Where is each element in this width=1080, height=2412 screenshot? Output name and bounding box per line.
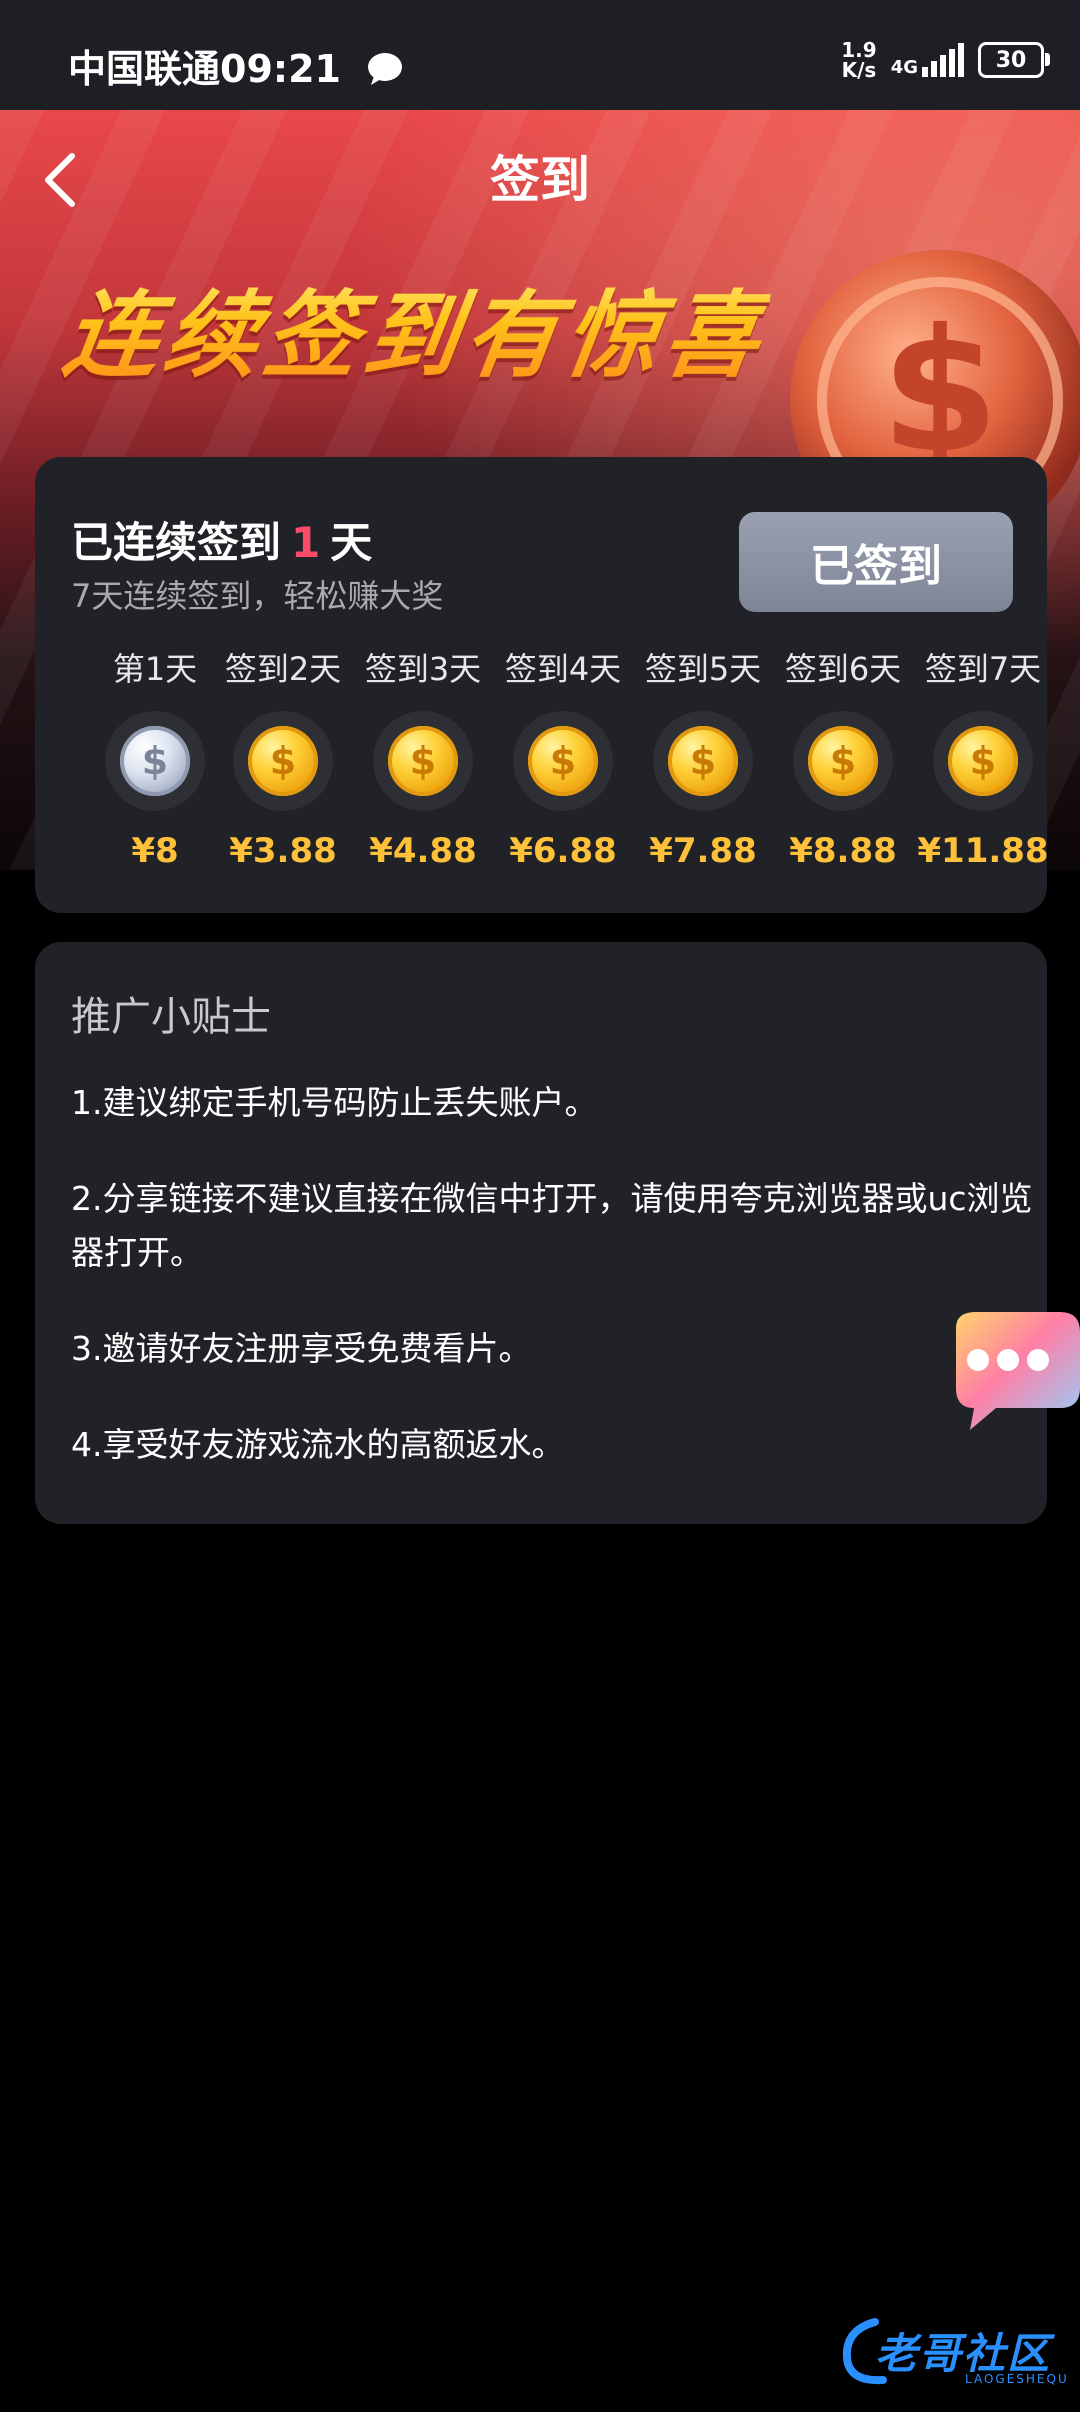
day-reward: ¥11.88 (917, 831, 1049, 871)
tip-item: 1.建议绑定手机号码防止丢失账户。 (71, 1083, 598, 1122)
day-rewards-row: 第1天 $ ¥8 签到2天 $ ¥3.88 签到3天 $ ¥4.88 签到4天 … (35, 647, 1049, 887)
day-label: 签到5天 (644, 650, 762, 688)
day-item: 签到3天 $ ¥4.88 (353, 647, 493, 871)
battery-level: 30 (995, 47, 1027, 73)
message-icon (368, 53, 403, 85)
streak-subtitle: 7天连续签到，轻松赚大奖 (71, 577, 444, 615)
dollar-coin-icon: $ (808, 726, 878, 796)
coin-holder: $ (513, 711, 613, 811)
network-type: 4G (890, 57, 918, 78)
checked-in-button[interactable]: 已签到 (739, 512, 1013, 612)
streak-prefix: 已连续签到 (71, 518, 282, 567)
streak-status: 已连续签到 1 天 (71, 509, 372, 570)
dollar-coin-icon: $ (528, 726, 598, 796)
watermark-logo: 老哥社区 LAOGESHEQU (835, 2310, 1070, 2390)
chat-bubble-icon[interactable] (936, 1308, 1080, 1434)
watermark-subtext: LAOGESHEQU (965, 2372, 1069, 2386)
tip-item: 4.享受好友游戏流水的高额返水。 (71, 1425, 565, 1464)
tips-card: 推广小贴士 1.建议绑定手机号码防止丢失账户。 2.分享链接不建议直接在微信中打… (35, 942, 1047, 1524)
day-reward: ¥4.88 (369, 831, 477, 871)
day-item: 签到6天 $ ¥8.88 (773, 647, 913, 871)
day-item: 签到2天 $ ¥3.88 (213, 647, 353, 871)
day-label: 签到4天 (504, 650, 622, 688)
day-label: 签到7天 (924, 650, 1042, 688)
day-reward: ¥8.88 (789, 831, 897, 871)
checkin-card: 已连续签到 1 天 7天连续签到，轻松赚大奖 已签到 第1天 $ ¥8 签到2天 $… (35, 457, 1049, 913)
coin-holder: $ (793, 711, 893, 811)
dollar-coin-icon: $ (668, 726, 738, 796)
coin-holder: $ (233, 711, 333, 811)
status-icons: 1.9 K/s 4G 30 (841, 38, 1050, 82)
tips-title: 推广小贴士 (71, 994, 271, 1040)
coin-holder: $ (653, 711, 753, 811)
day-item: 第1天 $ ¥8 (85, 647, 225, 871)
signal-icon (922, 43, 964, 77)
tip-item: 2.分享链接不建议直接在微信中打开，请使用夸克浏览器或uc浏览器打开。 (71, 1179, 1033, 1272)
clock: 09:21 (220, 47, 341, 91)
dollar-coin-icon: $ (388, 726, 458, 796)
streak-suffix: 天 (330, 518, 373, 567)
day-label: 签到3天 (364, 650, 482, 688)
day-item: 签到4天 $ ¥6.88 (493, 647, 633, 871)
carrier-name: 中国联通 (68, 47, 221, 91)
status-bar: 中国联通09:21 1.9 K/s 4G 30 (0, 0, 1080, 110)
dollar-coin-icon: $ (120, 726, 190, 796)
tip-item: 3.邀请好友注册享受免费看片。 (71, 1329, 532, 1368)
status-carrier-time: 中国联通09:21 (68, 38, 404, 93)
signal-group: 4G (891, 43, 964, 77)
dollar-coin-icon: $ (248, 726, 318, 796)
day-label: 签到6天 (784, 650, 902, 688)
coin-holder: $ (105, 711, 205, 811)
banner-headline: 连续签到有惊喜 (56, 260, 775, 396)
day-label: 第1天 (112, 650, 198, 688)
day-item: 签到5天 $ ¥7.88 (633, 647, 773, 871)
network-speed: 1.9 K/s (841, 38, 877, 82)
day-reward: ¥3.88 (229, 831, 337, 871)
streak-count: 1 (291, 518, 321, 567)
day-reward: ¥8 (131, 831, 179, 871)
day-item: 签到7天 $ ¥11.88 (913, 647, 1053, 871)
day-label: 签到2天 (224, 650, 342, 688)
battery-icon: 30 (978, 42, 1050, 78)
day-reward: ¥6.88 (509, 831, 617, 871)
day-reward: ¥7.88 (649, 831, 757, 871)
coin-holder: $ (373, 711, 473, 811)
coin-holder: $ (933, 711, 1033, 811)
dollar-coin-icon: $ (948, 726, 1018, 796)
